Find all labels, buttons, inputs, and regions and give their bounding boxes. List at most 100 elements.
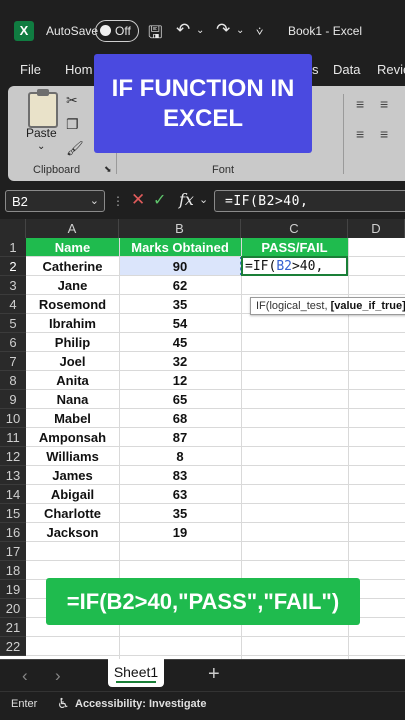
marks-cell[interactable]: 35	[119, 295, 241, 314]
row-header[interactable]: 8	[0, 371, 26, 390]
align-center-icon[interactable]: ≡	[380, 126, 389, 142]
row-header[interactable]: 5	[0, 314, 26, 333]
name-cell[interactable]: James	[26, 466, 119, 485]
accessibility-icon[interactable]: ♿	[57, 695, 70, 712]
tab-formulas[interactable]: s	[312, 62, 319, 77]
marks-cell[interactable]: 83	[119, 466, 241, 485]
name-cell[interactable]: Philip	[26, 333, 119, 352]
row-header[interactable]: 10	[0, 409, 26, 428]
row-header[interactable]: 7	[0, 352, 26, 371]
row-header[interactable]: 15	[0, 504, 26, 523]
header-marks[interactable]: Marks Obtained	[119, 238, 241, 257]
row-header[interactable]: 4	[0, 295, 26, 314]
active-cell-c2[interactable]: =IF(B2>40,	[241, 256, 348, 276]
row-header[interactable]: 12	[0, 447, 26, 466]
row-header[interactable]: 22	[0, 637, 26, 656]
row-header[interactable]: 18	[0, 561, 26, 580]
row-header[interactable]: 14	[0, 485, 26, 504]
row-header[interactable]: 6	[0, 333, 26, 352]
marks-cell[interactable]: 68	[119, 409, 241, 428]
redo-icon[interactable]: ↷	[216, 20, 230, 40]
row-header[interactable]: 16	[0, 523, 26, 542]
row-header[interactable]: 13	[0, 466, 26, 485]
sheet-tab-sheet1[interactable]: Sheet1	[108, 659, 164, 687]
name-cell[interactable]: Jackson	[26, 523, 119, 542]
marks-cell[interactable]: 35	[119, 504, 241, 523]
name-cell[interactable]: Mabel	[26, 409, 119, 428]
name-cell[interactable]: Catherine	[26, 257, 119, 276]
row-header[interactable]: 21	[0, 618, 26, 637]
header-name[interactable]: Name	[26, 238, 119, 257]
column-header-b[interactable]: B	[119, 219, 241, 238]
undo-dropdown-icon[interactable]: ⌄	[196, 25, 204, 36]
clipboard-launcher-icon[interactable]: ⬊	[104, 164, 112, 175]
cell-area[interactable]: Name Marks Obtained PASS/FAIL Catherine 9…	[26, 238, 405, 659]
marks-cell[interactable]: 54	[119, 314, 241, 333]
name-cell[interactable]: Amponsah	[26, 428, 119, 447]
select-all-corner[interactable]	[0, 219, 26, 238]
accessibility-status[interactable]: Accessibility: Investigate	[75, 698, 206, 710]
name-cell[interactable]: Charlotte	[26, 504, 119, 523]
save-icon[interactable]: 🖫	[148, 20, 162, 49]
row-header[interactable]: 1	[0, 238, 26, 257]
row-header[interactable]: 9	[0, 390, 26, 409]
header-pass-fail[interactable]: PASS/FAIL	[241, 238, 348, 257]
tab-data[interactable]: Data	[333, 62, 360, 77]
align-top-icon[interactable]: ≡	[356, 96, 365, 112]
cancel-icon[interactable]: ✕	[131, 190, 145, 210]
next-sheet-icon[interactable]: ›	[55, 666, 61, 686]
marks-cell[interactable]: 90	[119, 257, 241, 276]
prev-sheet-icon[interactable]: ‹	[22, 666, 28, 686]
tab-home[interactable]: Hom	[65, 62, 92, 77]
redo-dropdown-icon[interactable]: ⌄	[236, 25, 244, 36]
column-header-a[interactable]: A	[26, 219, 119, 238]
paste-icon[interactable]	[28, 89, 58, 128]
row-header[interactable]: 19	[0, 580, 26, 599]
marks-cell[interactable]: 63	[119, 485, 241, 504]
formula-input[interactable]: =IF(B2>40,	[214, 190, 405, 212]
row-header[interactable]: 2	[0, 257, 26, 276]
autosave-toggle[interactable]: Off	[95, 20, 139, 42]
chevron-down-icon[interactable]: ⌄	[90, 194, 99, 207]
column-header-d[interactable]: D	[348, 219, 405, 238]
tab-file[interactable]: File	[20, 62, 41, 77]
add-sheet-icon[interactable]: +	[208, 663, 220, 686]
row-header[interactable]: 11	[0, 428, 26, 447]
column-header-c[interactable]: C	[241, 219, 348, 238]
undo-icon[interactable]: ↶	[176, 20, 190, 40]
name-cell[interactable]: Anita	[26, 371, 119, 390]
copy-icon[interactable]: ❐	[66, 116, 79, 133]
name-cell[interactable]: Williams	[26, 447, 119, 466]
marks-cell[interactable]: 87	[119, 428, 241, 447]
name-cell[interactable]: Joel	[26, 352, 119, 371]
marks-cell[interactable]: 65	[119, 390, 241, 409]
tab-review[interactable]: Revie	[377, 62, 405, 77]
name-cell[interactable]: Ibrahim	[26, 314, 119, 333]
name-cell[interactable]: Jane	[26, 276, 119, 295]
align-left-icon[interactable]: ≡	[356, 126, 365, 142]
marks-cell[interactable]: 45	[119, 333, 241, 352]
name-box[interactable]: B2 ⌄	[5, 190, 105, 212]
row-header[interactable]: 17	[0, 542, 26, 561]
insert-function-icon[interactable]: fx	[179, 190, 194, 209]
cut-icon[interactable]: ✂	[66, 92, 78, 109]
name-cell[interactable]: Rosemond	[26, 295, 119, 314]
name-cell[interactable]: Nana	[26, 390, 119, 409]
paste-dropdown-icon[interactable]: ⌄	[37, 141, 45, 152]
marks-cell[interactable]: 19	[119, 523, 241, 542]
name-cell[interactable]: Abigail	[26, 485, 119, 504]
customize-toolbar-icon[interactable]: ⩒	[256, 24, 263, 39]
marks-cell[interactable]: 32	[119, 352, 241, 371]
formula-bar-grip-icon[interactable]: ⋮	[112, 194, 124, 208]
marks-cell[interactable]: 62	[119, 276, 241, 295]
format-painter-icon[interactable]: 🖌	[66, 140, 84, 157]
marks-cell[interactable]: 8	[119, 447, 241, 466]
paste-button[interactable]: Paste	[26, 126, 57, 140]
align-middle-icon[interactable]: ≡	[380, 96, 389, 112]
row-header[interactable]: 20	[0, 599, 26, 618]
formula-expand-icon[interactable]: ⌄	[199, 193, 208, 206]
function-tooltip[interactable]: IF(logical_test, [value_if_true]	[250, 297, 405, 315]
marks-cell[interactable]: 12	[119, 371, 241, 390]
enter-check-icon[interactable]: ✓	[153, 190, 166, 210]
row-header[interactable]: 3	[0, 276, 26, 295]
